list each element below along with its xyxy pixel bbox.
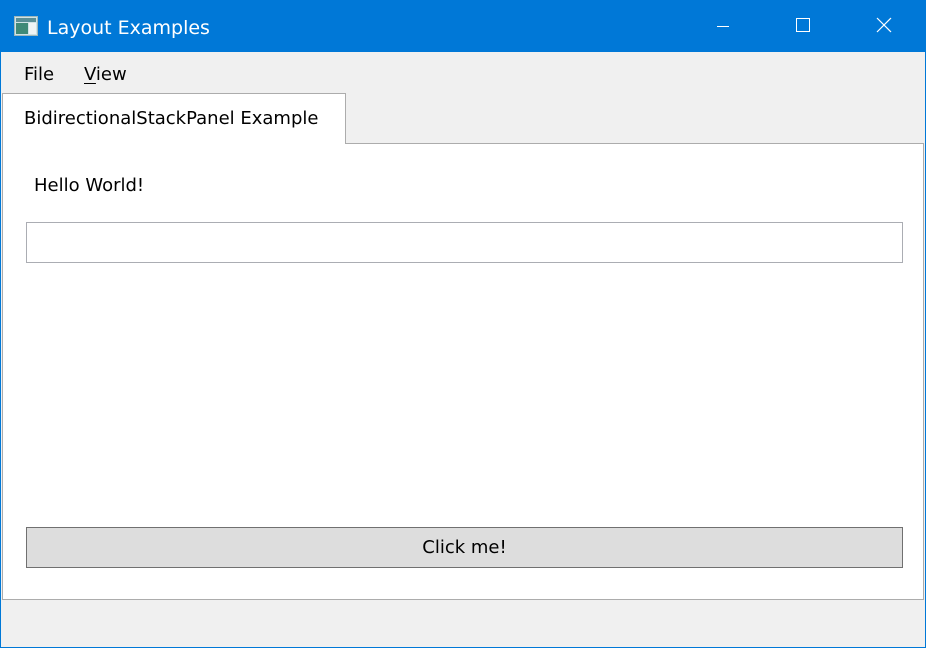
title-bar[interactable]: Layout Examples (1, 1, 925, 52)
app-window-icon (14, 16, 38, 36)
minimize-button[interactable] (683, 1, 763, 52)
maximize-button[interactable] (763, 1, 843, 52)
status-bar (1, 601, 925, 647)
app-window: Layout Examples File View BidirectionalS… (0, 0, 926, 648)
menu-file[interactable]: File (24, 64, 54, 86)
menu-view[interactable]: View (84, 64, 127, 86)
greeting-label: Hello World! (34, 175, 145, 196)
tab-label: BidirectionalStackPanel Example (24, 108, 319, 129)
close-icon (876, 17, 892, 37)
tab-content-panel: Hello World! Click me! (2, 143, 924, 600)
close-button[interactable] (844, 1, 924, 52)
text-input[interactable] (26, 222, 903, 263)
menu-view-label-rest: iew (95, 64, 127, 85)
tab-bidirectional-stack-panel[interactable]: BidirectionalStackPanel Example (2, 93, 346, 144)
maximize-icon (796, 17, 810, 36)
click-me-button[interactable]: Click me! (26, 527, 903, 568)
minimize-icon (717, 17, 729, 36)
window-title: Layout Examples (47, 17, 210, 39)
menu-view-accelerator: V (84, 64, 96, 85)
menu-bar: File View (1, 52, 925, 92)
